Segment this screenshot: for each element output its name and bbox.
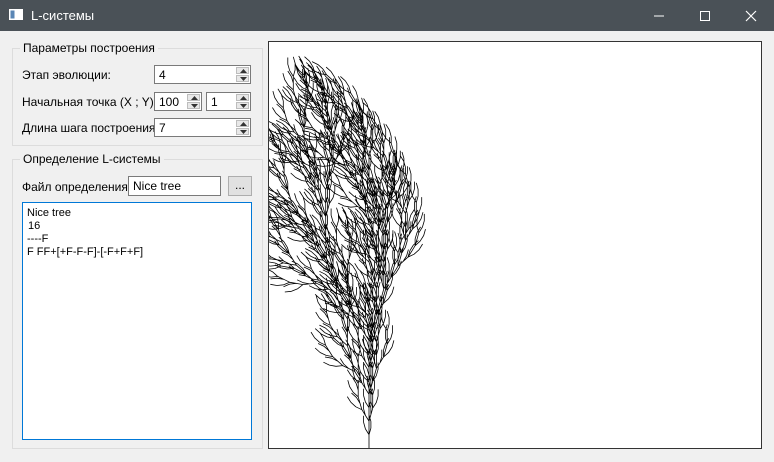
start-x-down-button[interactable] [187,102,200,109]
evolution-down-button[interactable] [236,75,249,82]
step-length-spinbox[interactable]: 7 [154,118,251,137]
title-bar: L-системы [0,0,774,31]
maximize-button[interactable] [682,0,728,31]
close-button[interactable] [728,0,774,31]
step-down-button[interactable] [236,128,249,135]
start-point-label: Начальная точка (X ; Y): [22,95,158,109]
evolution-value: 4 [159,68,166,82]
app-icon [9,9,23,20]
editor-line: F FF+[+F-F-F]-[-F+F+F] [27,246,144,258]
l-system-tree-drawing [238,55,426,448]
step-length-label: Длина шага построения: [22,121,159,135]
definition-file-field[interactable]: Nice tree [128,176,221,196]
start-y-down-button[interactable] [236,102,249,109]
start-y-up-button[interactable] [236,94,249,101]
start-y-spinbox[interactable]: 1 [206,92,251,111]
browse-button[interactable]: ... [228,176,252,196]
definition-editor[interactable]: Nice tree 16 ----F F FF+[+F-F-F]-[-F+F+F… [22,202,252,440]
app-window: L-системы Параметры построения Этап эвол… [0,0,774,462]
evolution-up-button[interactable] [236,67,249,74]
close-icon [745,10,757,22]
chevron-up-icon [191,96,198,100]
minimize-icon [654,15,664,17]
evolution-label: Этап эволюции: [22,68,111,82]
editor-line: ----F [27,233,49,245]
minimize-button[interactable] [636,0,682,31]
step-up-button[interactable] [236,120,249,127]
step-length-value: 7 [159,121,166,135]
chevron-up-icon [240,69,247,73]
editor-line: 16 [28,220,41,232]
editor-line: Nice tree [27,207,72,219]
maximize-icon [700,11,710,21]
definition-file-value: Nice tree [133,179,182,193]
definition-group-title: Определение L-системы [20,152,164,166]
chevron-down-icon [240,130,247,134]
evolution-spinbox[interactable]: 4 [154,65,251,84]
start-x-up-button[interactable] [187,94,200,101]
start-y-value: 1 [211,95,218,109]
start-x-value: 100 [159,95,180,109]
chevron-down-icon [240,77,247,81]
params-group-title: Параметры построения [20,41,158,55]
chevron-down-icon [191,104,198,108]
file-label: Файл определения: [22,180,132,194]
start-x-spinbox[interactable]: 100 [154,92,202,111]
tree-branches [238,55,426,448]
chevron-up-icon [240,96,247,100]
chevron-down-icon [240,104,247,108]
window-title: L-системы [31,8,95,23]
drawing-canvas[interactable] [238,41,762,449]
chevron-up-icon [240,122,247,126]
